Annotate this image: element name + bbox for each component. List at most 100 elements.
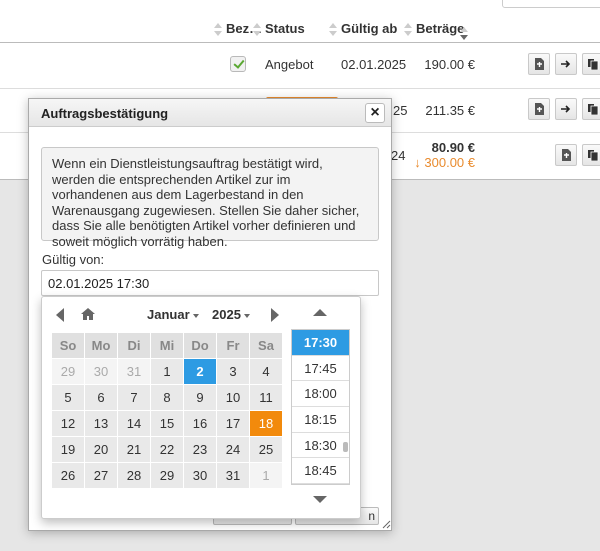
weekday-header: Di (118, 333, 150, 358)
sort-betraege-icon[interactable] (404, 22, 412, 38)
time-slot[interactable]: 18:45 (292, 458, 349, 484)
calendar-day-selected[interactable]: 2 (184, 359, 216, 384)
calendar-day[interactable]: 13 (85, 411, 117, 436)
calendar-day[interactable]: 17 (217, 411, 249, 436)
copy-icon (588, 59, 599, 70)
sort-bezahlt-icon[interactable] (214, 22, 222, 38)
calendar-day[interactable]: 5 (52, 385, 84, 410)
sort-status-icon[interactable] (253, 22, 261, 38)
year-label: 2025 (212, 307, 241, 322)
calendar-day[interactable]: 7 (118, 385, 150, 410)
calendar-day[interactable]: 24 (217, 437, 249, 462)
calendar-day[interactable]: 1 (151, 359, 183, 384)
calendar-day[interactable]: 20 (85, 437, 117, 462)
row2-amount: 211.35 € (425, 103, 475, 118)
chevron-down-icon (192, 313, 199, 318)
calendar-day[interactable]: 6 (85, 385, 117, 410)
calendar-day[interactable]: 15 (151, 411, 183, 436)
calendar-day[interactable]: 3 (217, 359, 249, 384)
calendar-day[interactable]: 28 (118, 463, 150, 488)
time-slot[interactable]: 18:00 (292, 381, 349, 408)
sort-gueltig-icon[interactable] (329, 22, 337, 38)
calendar-day[interactable]: 9 (184, 385, 216, 410)
copy-button[interactable] (582, 53, 600, 75)
time-slot-selected[interactable]: 17:30 (292, 330, 349, 356)
chevron-down-icon (243, 313, 250, 318)
time-slot[interactable]: 18:15 (292, 407, 349, 433)
pdf-button[interactable] (528, 98, 550, 120)
calendar-week: 29 30 31 1 2 3 4 (52, 359, 282, 384)
calendar-day[interactable]: 31 (118, 359, 150, 384)
calendar-day[interactable]: 22 (151, 437, 183, 462)
weekday-header: Sa (250, 333, 282, 358)
calendar-week: 26 27 28 29 30 31 1 (52, 463, 282, 488)
calendar-day[interactable]: 19 (52, 437, 84, 462)
calendar-day[interactable]: 8 (151, 385, 183, 410)
pdf-button[interactable] (555, 144, 577, 166)
calendar-day[interactable]: 4 (250, 359, 282, 384)
time-scroll-down-icon[interactable] (313, 496, 327, 503)
pdf-icon (535, 103, 544, 115)
calendar-day[interactable]: 30 (85, 359, 117, 384)
time-slot[interactable]: 17:45 (292, 356, 349, 382)
header-gueltig-ab[interactable]: Gültig ab (341, 21, 397, 36)
calendar-day[interactable]: 30 (184, 463, 216, 488)
weekday-header: Mi (151, 333, 183, 358)
valid-from-input[interactable] (41, 270, 379, 296)
header-status[interactable]: Status (265, 21, 305, 36)
prev-month-icon[interactable] (56, 308, 64, 322)
copy-button[interactable] (582, 144, 600, 166)
arrow-right-icon (561, 60, 571, 68)
search-box[interactable] (502, 0, 600, 8)
dialog-header: Auftragsbestätigung × (29, 99, 391, 127)
row1-status: Angebot (265, 57, 314, 72)
summary-open: ↓ 300.00 € (414, 155, 475, 170)
calendar-day[interactable]: 25 (250, 437, 282, 462)
calendar-day[interactable]: 27 (85, 463, 117, 488)
calendar-day[interactable]: 16 (184, 411, 216, 436)
forward-button[interactable] (555, 98, 577, 120)
calendar-day[interactable]: 10 (217, 385, 249, 410)
home-icon[interactable] (80, 307, 96, 321)
calendar-day[interactable]: 12 (52, 411, 84, 436)
time-scroll-up-icon[interactable] (313, 309, 327, 316)
time-slot[interactable]: 18:30 (292, 433, 349, 459)
calendar-day[interactable]: 21 (118, 437, 150, 462)
paid-checkbox[interactable] (230, 56, 246, 72)
calendar-day[interactable]: 23 (184, 437, 216, 462)
sort-desc-icon[interactable] (460, 26, 468, 42)
copy-icon (588, 104, 599, 115)
calendar-day[interactable]: 1 (250, 463, 282, 488)
weekday-header: Fr (217, 333, 249, 358)
header-betraege[interactable]: Beträge (416, 21, 464, 36)
copy-button[interactable] (582, 98, 600, 120)
close-icon[interactable]: × (365, 103, 385, 123)
weekday-header: Mo (85, 333, 117, 358)
row1-amount: 190.00 € (424, 57, 475, 72)
calendar-week: 19 20 21 22 23 24 25 (52, 437, 282, 462)
summary-total: 80.90 € (431, 140, 475, 155)
time-list[interactable]: 17:30 17:45 18:00 18:15 18:30 18:45 (291, 329, 350, 485)
month-select[interactable]: Januar (147, 307, 199, 322)
calendar-day[interactable]: 29 (52, 359, 84, 384)
year-select[interactable]: 2025 (212, 307, 250, 322)
row-divider (0, 88, 600, 89)
calendar-week: 5 6 7 8 9 10 11 (52, 385, 282, 410)
calendar-day-today[interactable]: 18 (250, 411, 282, 436)
forward-button[interactable] (555, 53, 577, 75)
datetime-picker: Januar 2025 So Mo Di Mi Do Fr Sa 29 30 31 1 2 3 4 5 6 7… (41, 296, 361, 519)
valid-from-label: Gültig von: (42, 252, 105, 267)
header-divider (0, 42, 600, 43)
pdf-button[interactable] (528, 53, 550, 75)
calendar-day[interactable]: 29 (151, 463, 183, 488)
calendar-day[interactable]: 11 (250, 385, 282, 410)
time-scrollbar[interactable] (343, 442, 348, 452)
calendar-day[interactable]: 14 (118, 411, 150, 436)
calendar-week: 12 13 14 15 16 17 18 (52, 411, 282, 436)
info-box: Wenn ein Dienstleistungsauftrag bestätig… (41, 147, 379, 249)
weekday-header: Do (184, 333, 216, 358)
calendar-day[interactable]: 26 (52, 463, 84, 488)
calendar-day[interactable]: 31 (217, 463, 249, 488)
resize-handle-icon[interactable] (381, 519, 391, 529)
next-month-icon[interactable] (271, 308, 279, 322)
